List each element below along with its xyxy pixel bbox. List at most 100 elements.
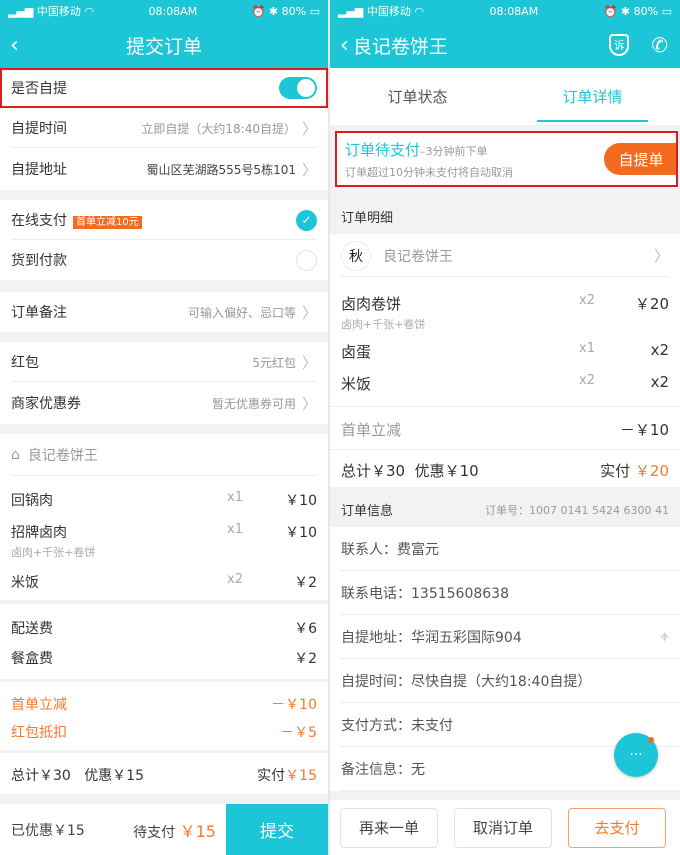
tab-order-status[interactable]: 订单状态 (330, 68, 505, 125)
fee-price: ￥6 (294, 621, 317, 637)
tab-bar: 订单状态 订单详情 (330, 68, 680, 125)
info-text: 备注信息：无 (341, 762, 425, 778)
submit-bar: 已优惠￥15 待支付 ￥15 提交 (0, 804, 328, 855)
tab-order-detail[interactable]: 订单详情 (505, 68, 680, 125)
contact-name: 联系人：费富元 (330, 527, 680, 571)
checkmark-icon[interactable]: ✓ (296, 209, 317, 231)
pickup-address-row[interactable]: 自提地址 蜀山区芜湖路555号5栋101 〉 (0, 148, 328, 190)
discount-name: 红包抵扣 (11, 725, 67, 741)
saved: 优惠￥10 (414, 462, 479, 480)
battery-level: 80% (281, 4, 307, 18)
order-time: –3分钟前下单 (420, 144, 488, 158)
chevron-right-icon: 〉 (301, 353, 317, 372)
info-text: 联系电话：13515608638 (341, 586, 509, 602)
submit-button[interactable]: 提交 (226, 804, 328, 855)
order-remark-row[interactable]: 订单备注 可输入偏好、忌口等 〉 (0, 292, 328, 332)
info-text: 支付方式：未支付 (341, 718, 453, 734)
item-price: ￥2 (294, 575, 317, 591)
status-bar: ▂▄▆ 中国移动 ◠ 08:08AM ⏰ ✱ 80% ▭ (0, 0, 328, 22)
total-row: 总计￥30 优惠￥10 实付 ￥20 (330, 450, 680, 487)
item-price: ￥10 (285, 525, 317, 541)
item-name: 卤蛋 (341, 343, 372, 361)
red-packet-row[interactable]: 红包 5元红包 〉 (0, 342, 328, 382)
cancel-notice: 订单超过10分钟未支付将自动取消 (345, 165, 513, 179)
remark-label: 订单备注 (11, 305, 67, 321)
item-qty: x1 (227, 522, 243, 537)
red-packet-value: 5元红包 (252, 355, 296, 370)
promo-badge: 首单立减10元 (73, 216, 142, 229)
item-sub: 卤肉+千张+卷饼 (11, 546, 96, 559)
pickup-time-value: 立即自提（大约18:40自提） (141, 121, 296, 136)
clock: 08:08AM (489, 4, 539, 18)
discount-amount: －￥5 (280, 725, 317, 741)
self-pickup-toggle[interactable] (279, 77, 317, 99)
store-name: 良记卷饼王 (27, 448, 98, 464)
coupon-value: 暂无优惠券可用 (211, 396, 296, 411)
chevron-right-icon: 〉 (301, 119, 317, 138)
phone-icon[interactable]: ✆ (651, 33, 668, 57)
pickup-time-label: 自提时间 (11, 121, 67, 137)
chevron-right-icon: 〉 (653, 247, 669, 265)
paid-label: 实付 (257, 768, 286, 784)
red-packet-label: 红包 (11, 355, 39, 371)
remark-placeholder: 可输入偏好、忌口等 (187, 305, 296, 320)
item-price: ￥10 (285, 493, 317, 509)
store-name: 良记卷饼王 (383, 248, 453, 265)
pay-button[interactable]: 去支付 (568, 807, 666, 848)
info-text: 联系人：费富元 (341, 542, 439, 558)
discounted-amount: 已优惠￥15 (11, 822, 85, 839)
pending-label: 待支付 (133, 824, 176, 841)
order-item: 招牌卤肉卤肉+千张+卷饼 x1 ￥10 (0, 512, 328, 566)
discount-name: 首单立减 (341, 421, 402, 439)
store-icon: ⌂ (11, 447, 20, 463)
item-price: x2 (650, 341, 669, 359)
fee-row: 餐盒费 ￥2 (0, 642, 328, 682)
back-icon[interactable]: ‹ (330, 33, 353, 58)
order-item: 卤蛋 x1 x2 (330, 335, 680, 367)
item-qty: x2 (227, 572, 243, 587)
item-price: x2 (650, 373, 669, 391)
item-name: 招牌卤肉 (11, 525, 67, 541)
reorder-button[interactable]: 再来一单 (340, 807, 438, 848)
chevron-right-icon: 〉 (301, 160, 317, 179)
pending-amount: ￥15 (179, 821, 216, 841)
contact-phone: 联系电话：13515608638 (330, 571, 680, 615)
cancel-order-button[interactable]: 取消订单 (454, 807, 552, 848)
paid-amount: ￥20 (634, 462, 669, 480)
fee-name: 配送费 (11, 621, 53, 637)
fee-price: ￥2 (294, 651, 317, 667)
item-qty: x2 (579, 293, 595, 308)
pickup-address: 自提地址：华润五彩国际904 ⌖ (330, 615, 680, 659)
alarm-icon: ⏰ (251, 4, 266, 18)
total-row: 总计￥30 优惠￥15 实付￥15 (0, 753, 328, 794)
order-detail-screen: ▂▄▆ 中国移动 ◠ 08:08AM ⏰ ✱ 80% ▭ ‹ 良记卷饼王 诉 ✆… (330, 0, 680, 855)
store-header: ⌂ 良记卷饼王 (0, 434, 328, 476)
cod-label: 货到付款 (11, 253, 67, 269)
paid-amount: ￥15 (285, 768, 317, 784)
back-icon[interactable]: ‹ (0, 33, 29, 58)
item-name: 米饭 (11, 575, 39, 591)
order-item: 米饭 x2 x2 (330, 367, 680, 407)
signal-icon: ▂▄▆ (8, 5, 37, 18)
complaint-shield-icon[interactable]: 诉 (609, 34, 630, 56)
detail-header: 订单明细 (330, 199, 680, 234)
chevron-right-icon: 〉 (301, 303, 317, 322)
self-pickup-row: 是否自提 (0, 68, 328, 108)
item-name: 米饭 (341, 375, 372, 393)
radio-unchecked[interactable] (296, 249, 317, 271)
carrier: 中国移动 (366, 5, 411, 18)
item-qty: x1 (227, 490, 243, 505)
cod-option[interactable]: 货到付款 (0, 240, 328, 280)
discount-row: 首单立减 －￥10 (0, 682, 328, 718)
store-logo: 秋 (341, 240, 371, 271)
info-text: 自提地址：华润五彩国际904 (341, 630, 522, 646)
coupon-row[interactable]: 商家优惠券 暂无优惠券可用 〉 (0, 382, 328, 424)
store-row[interactable]: 秋 良记卷饼王 〉 (330, 234, 680, 277)
pickup-time-row[interactable]: 自提时间 立即自提（大约18:40自提） 〉 (0, 108, 328, 148)
location-pin-icon[interactable]: ⌖ (660, 627, 669, 647)
signal-icon: ▂▄▆ (338, 5, 367, 18)
chat-bubble-icon[interactable]: ··· (614, 733, 658, 777)
online-pay-option[interactable]: 在线支付 首单立减10元 ✓ (0, 200, 328, 240)
clock: 08:08AM (148, 4, 198, 18)
total: 总计￥30 (11, 768, 71, 784)
